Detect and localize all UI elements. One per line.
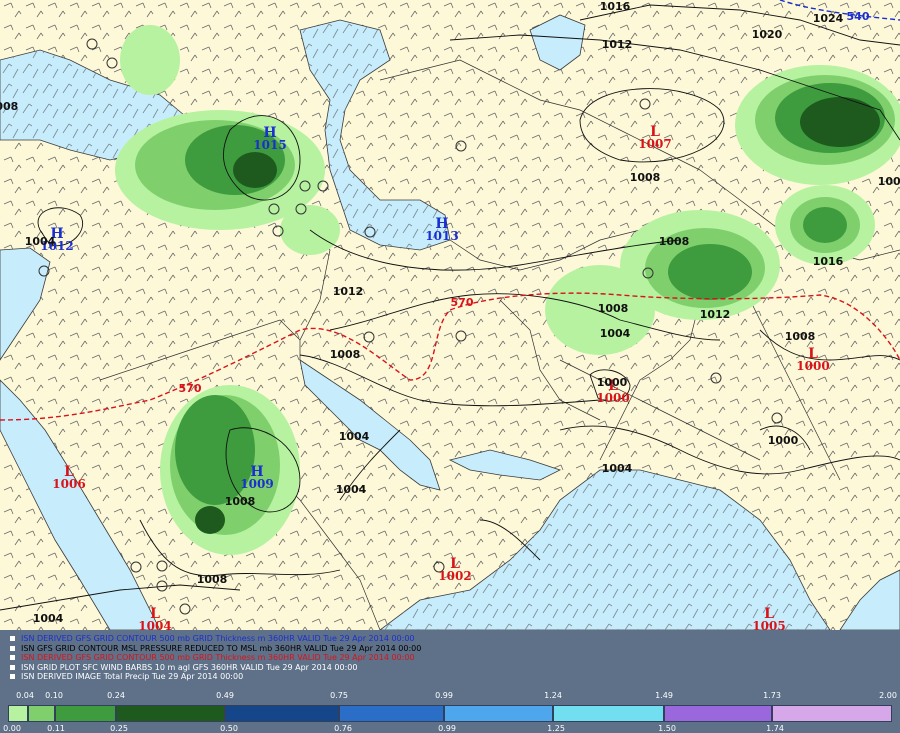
colorbar-swatch xyxy=(28,705,55,722)
layer-label: ISN DERIVED GFS GRID CONTOUR 500 mb GRID… xyxy=(21,634,415,643)
colorbar-upper-tick: 2.00 xyxy=(879,691,897,700)
isobar-label: 1004 xyxy=(25,235,56,248)
isobar-label: 1008 xyxy=(878,175,900,188)
colorbar-swatch xyxy=(444,705,553,722)
colorbar-lower-tick: 1.50 xyxy=(658,724,676,733)
layer-bullet-icon xyxy=(10,645,15,651)
thickness-label: 540 xyxy=(847,10,870,23)
layer-entry[interactable]: ISN GRID PLOT SFC WIND BARBS 10 m agl GF… xyxy=(10,663,357,672)
colorbar-lower-tick: 0.25 xyxy=(110,724,128,733)
layer-bullet-icon xyxy=(10,636,15,641)
isobar-label: 1012 xyxy=(333,285,364,298)
pressure-center-value: 1009 xyxy=(240,477,273,491)
layer-entry[interactable]: ISN GFS GRID CONTOUR MSL PRESSURE REDUCE… xyxy=(10,644,421,653)
isobar-label: 1012 xyxy=(700,308,731,321)
colorbar-upper-tick: 0.49 xyxy=(216,691,234,700)
colorbar-swatch xyxy=(8,705,28,722)
colorbar-upper-tick: 0.24 xyxy=(107,691,125,700)
pressure-center-value: 1005 xyxy=(752,619,785,630)
colorbar-swatch xyxy=(772,705,892,722)
pressure-center-value: 1006 xyxy=(52,477,85,491)
colorbar-lower-tick: 0.76 xyxy=(334,724,352,733)
layer-label: ISN GFS GRID CONTOUR MSL PRESSURE REDUCE… xyxy=(21,643,422,653)
colorbar-upper-tick: 0.99 xyxy=(435,691,453,700)
legend-panel: ISN DERIVED GFS GRID CONTOUR 500 mb GRID… xyxy=(0,630,900,733)
isobar-label: 1020 xyxy=(752,28,783,41)
layer-label: ISN GRID PLOT SFC WIND BARBS 10 m agl GF… xyxy=(21,662,358,672)
layer-entry[interactable]: ISN DERIVED GFS GRID CONTOUR 500 mb GRID… xyxy=(10,634,415,643)
thickness-label: 570 xyxy=(179,382,202,395)
layer-bullet-icon xyxy=(10,664,15,670)
pressure-center-value: 1015 xyxy=(253,138,286,152)
isobar-label: 1004 xyxy=(336,483,367,496)
colorbar-swatch xyxy=(339,705,444,722)
isobar-label: 1004 xyxy=(339,430,370,443)
isobar-label: 1000 xyxy=(597,376,628,389)
isobar-label: 1004 xyxy=(33,612,64,625)
colorbar-upper-tick: 0.04 xyxy=(16,691,34,700)
isobar-label: 1000 xyxy=(768,434,799,447)
layer-bullet-icon xyxy=(10,655,15,660)
colorbar-lower-tick: 0.50 xyxy=(220,724,238,733)
pressure-center-value: 1000 xyxy=(596,391,629,405)
layer-bullet-icon xyxy=(10,674,15,679)
colorbar-swatch xyxy=(225,705,339,722)
isobar-label: 1016 xyxy=(813,255,844,268)
isobar-label: 1004 xyxy=(600,327,631,340)
isobar-label: 1008 xyxy=(197,573,228,586)
pressure-center-value: 1013 xyxy=(425,229,458,243)
isobar-label: 1016 xyxy=(600,0,631,13)
colorbar-upper-tick: 0.10 xyxy=(45,691,63,700)
colorbar-upper-tick: 0.75 xyxy=(330,691,348,700)
layer-entry[interactable]: ISN DERIVED GFS GRID CONTOUR 500 mb GRID… xyxy=(10,653,415,662)
colorbar-swatch xyxy=(664,705,772,722)
isobar-label: 1024 xyxy=(813,12,844,25)
colorbar-lower-tick: 0.11 xyxy=(47,724,65,733)
weather-map: H1015H1013H1012H1009L1007L1000L1000L1006… xyxy=(0,0,900,630)
isobar-label: 1008 xyxy=(225,495,256,508)
pressure-center-value: 1007 xyxy=(638,137,671,151)
colorbar-lower-tick: 1.25 xyxy=(547,724,565,733)
colorbar-swatch xyxy=(553,705,664,722)
colorbar-swatch xyxy=(55,705,116,722)
layer-label: ISN DERIVED GFS GRID CONTOUR 500 mb GRID… xyxy=(21,653,415,662)
isobar-label: 1008 xyxy=(330,348,361,361)
colorbar-swatch xyxy=(116,705,225,722)
colorbar-lower-tick: 1.74 xyxy=(766,724,784,733)
isobar-label: 1008 xyxy=(630,171,661,184)
colorbar-upper-tick: 1.73 xyxy=(763,691,781,700)
pressure-center-value: 1002 xyxy=(438,569,471,583)
layer-entry[interactable]: ISN DERIVED IMAGE Total Precip Tue 29 Ap… xyxy=(10,672,243,681)
isobar-label: 1004 xyxy=(602,462,633,475)
colorbar-upper-tick: 1.24 xyxy=(544,691,562,700)
colorbar-lower-tick: 0.00 xyxy=(3,724,21,733)
pressure-center-value: 1000 xyxy=(796,359,829,373)
pressure-center-value: 1004 xyxy=(138,619,171,630)
isobar-label: 1008 xyxy=(0,100,18,113)
colorbar-lower-tick: 0.99 xyxy=(438,724,456,733)
layer-label: ISN DERIVED IMAGE Total Precip Tue 29 Ap… xyxy=(21,672,244,681)
isobar-label: 1012 xyxy=(602,38,633,51)
thickness-label: 570 xyxy=(451,296,474,309)
colorbar-upper-tick: 1.49 xyxy=(655,691,673,700)
isobar-label: 1008 xyxy=(659,235,690,248)
isobar-label: 1008 xyxy=(598,302,629,315)
isobar-label: 1008 xyxy=(785,330,816,343)
